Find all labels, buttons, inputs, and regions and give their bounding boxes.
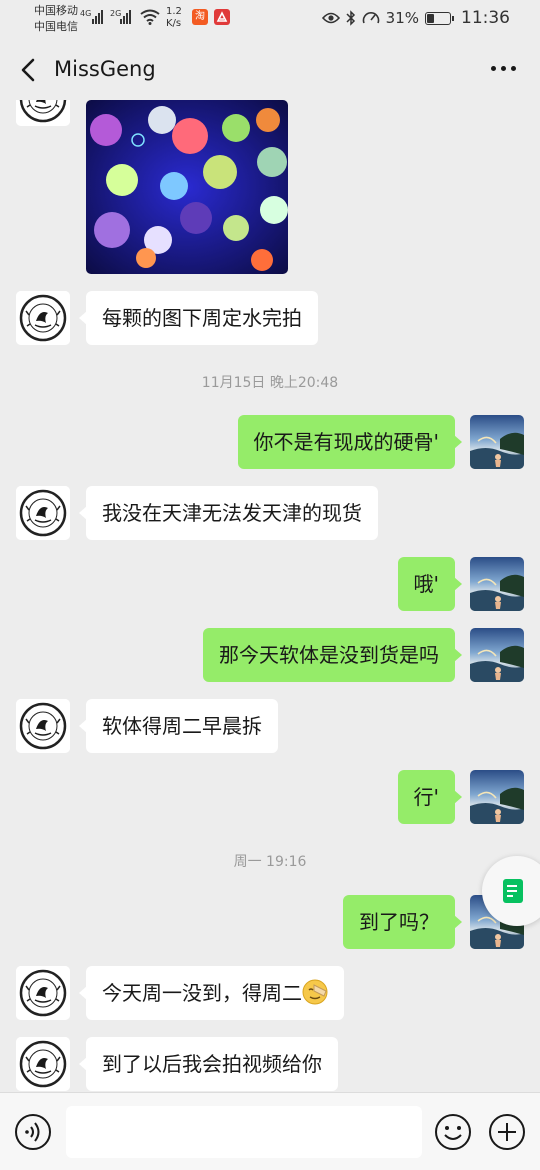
message-input[interactable] xyxy=(66,1106,422,1158)
message-bubble-incoming[interactable]: 到了以后我会拍视频给你 xyxy=(79,1037,338,1091)
message-bubble-incoming[interactable]: 我没在天津无法发天津的现货 xyxy=(79,486,378,540)
message-list[interactable]: 每颗的图下周定水完拍 11月15日 晚上20:48 你不是有现成的硬骨' 我没在… xyxy=(0,100,540,1092)
message-bubble-incoming[interactable]: 软体得周二早晨拆 xyxy=(79,699,278,753)
user-avatar[interactable] xyxy=(470,415,524,469)
contact-avatar[interactable] xyxy=(16,1037,70,1091)
wifi-icon xyxy=(140,9,160,25)
signal-icon xyxy=(120,10,131,24)
network-speed: 1.2 K/s xyxy=(166,6,182,29)
plus-icon[interactable] xyxy=(488,1113,526,1151)
message-bubble-incoming[interactable]: 每颗的图下周定水完拍 xyxy=(79,291,318,345)
battery-percent: 31% xyxy=(385,9,419,27)
contact-avatar[interactable] xyxy=(16,100,70,126)
signal-icon xyxy=(92,10,103,24)
carrier-1: 中国移动 xyxy=(34,4,78,17)
contact-avatar[interactable] xyxy=(16,486,70,540)
user-avatar[interactable] xyxy=(470,628,524,682)
status-right: 31% 11:36 xyxy=(321,8,510,28)
eye-icon xyxy=(321,12,340,24)
message-bubble-outgoing[interactable]: 到了吗？ xyxy=(343,895,462,949)
contact-avatar[interactable] xyxy=(16,291,70,345)
carrier-2: 中国电信 xyxy=(34,20,78,33)
message-timestamp: 周一 19:16 xyxy=(233,854,307,870)
message-bubble-outgoing[interactable]: 行' xyxy=(397,770,462,824)
chat-title: MissGeng xyxy=(54,57,156,81)
battery-level xyxy=(427,13,435,23)
bluetooth-icon xyxy=(346,10,355,26)
user-avatar[interactable] xyxy=(470,770,524,824)
voice-icon[interactable] xyxy=(14,1113,52,1151)
coral-photo-message[interactable] xyxy=(86,100,288,274)
contact-avatar[interactable] xyxy=(16,699,70,753)
speedometer-icon xyxy=(362,12,379,24)
battery-icon xyxy=(425,11,454,25)
clock: 11:36 xyxy=(461,8,510,28)
taobao-app-icon: 淘 xyxy=(192,9,208,25)
network-type-1: 4G xyxy=(80,9,92,18)
user-avatar[interactable] xyxy=(470,557,524,611)
app-notification-icon xyxy=(214,9,230,25)
chat-header: MissGeng xyxy=(0,40,540,100)
note-icon xyxy=(503,879,523,903)
status-bar: 中国移动 中国电信 4G 2G 1.2 K/s 淘 31% 11:36 xyxy=(0,0,540,38)
chevron-left-icon[interactable] xyxy=(16,56,42,84)
message-bubble-outgoing[interactable]: 那今天软体是没到货是吗 xyxy=(203,628,462,682)
message-bubble-incoming[interactable]: 今天周一没到，得周二 xyxy=(79,966,344,1020)
message-text: 今天周一没到，得周二 xyxy=(102,981,302,1005)
input-bar xyxy=(0,1092,540,1170)
message-bubble-outgoing[interactable]: 你不是有现成的硬骨' xyxy=(237,415,462,469)
message-timestamp: 11月15日 晚上20:48 xyxy=(201,375,339,391)
message-bubble-outgoing[interactable]: 哦' xyxy=(397,557,462,611)
facepalm-emoji-icon xyxy=(302,979,328,1005)
more-dots-icon[interactable] xyxy=(491,66,516,71)
contact-avatar[interactable] xyxy=(16,966,70,1020)
emoji-icon[interactable] xyxy=(434,1113,472,1151)
